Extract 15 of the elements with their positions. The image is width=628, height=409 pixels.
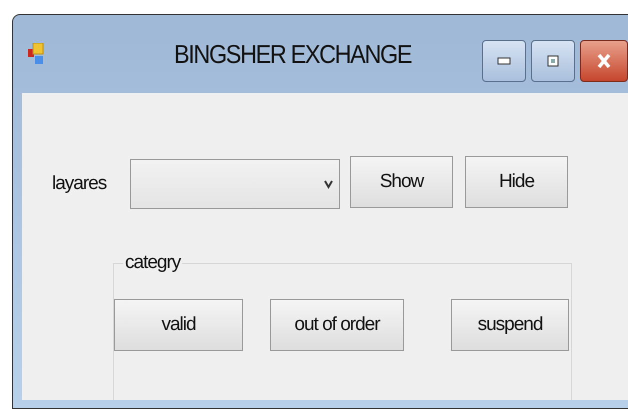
maximize-icon — [547, 55, 559, 67]
layer-button[interactable]: Show — [350, 156, 453, 208]
minimize-icon — [497, 57, 511, 65]
close-icon — [596, 53, 612, 69]
layers-label: layares — [52, 173, 108, 195]
close-button[interactable] — [580, 40, 628, 82]
category-button[interactable]: valid — [114, 299, 243, 351]
category-button[interactable]: suspend — [451, 299, 569, 351]
category-button[interactable]: out of order — [270, 299, 404, 351]
layers-dropdown[interactable] — [130, 159, 340, 209]
layer-button[interactable]: Hide — [465, 156, 568, 208]
minimize-button[interactable] — [482, 40, 526, 82]
maximize-button[interactable] — [531, 40, 575, 82]
app-icon — [28, 43, 44, 65]
window-title: BINGSHER EXCHANGE — [174, 38, 412, 70]
